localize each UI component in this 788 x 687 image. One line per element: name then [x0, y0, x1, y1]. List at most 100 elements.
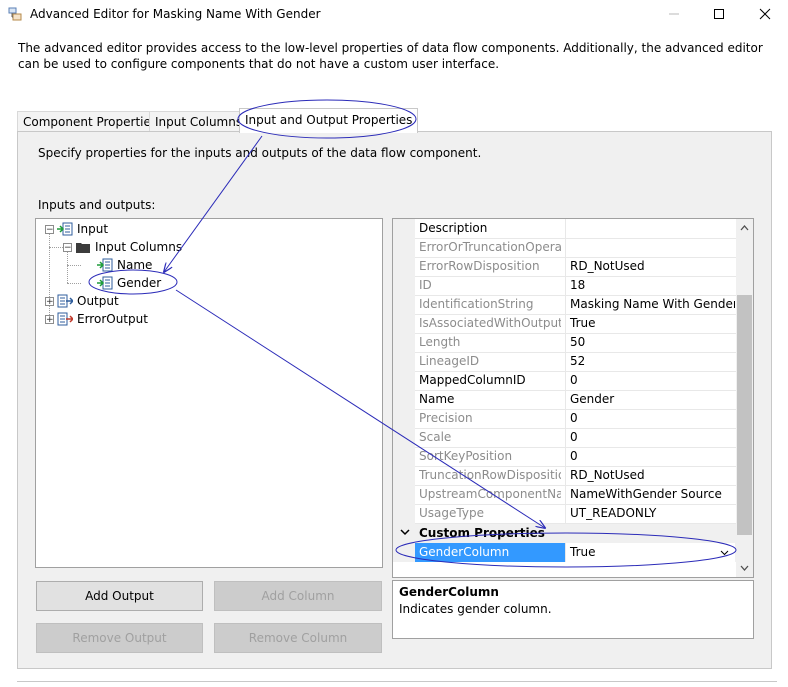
add-output-button[interactable]: Add Output — [36, 581, 203, 611]
property-value[interactable]: True — [565, 314, 735, 333]
dropdown-arrow-icon[interactable] — [720, 550, 729, 556]
remove-output-button[interactable]: Remove Output — [36, 623, 203, 653]
help-text: Indicates gender column. — [399, 602, 552, 616]
property-name: ErrorOrTruncationOperation — [419, 240, 561, 254]
tree-node-input-columns[interactable]: − Input Columns — [63, 238, 182, 256]
property-value[interactable]: 0 — [565, 409, 735, 428]
category-label: Custom Properties — [419, 526, 545, 540]
property-name: Length — [419, 335, 461, 349]
scrollbar-thumb[interactable] — [737, 295, 752, 535]
property-row[interactable]: TruncationRowDisposition RD_NotUsed — [415, 466, 736, 486]
property-name: UsageType — [419, 506, 484, 520]
tree-label-error-output: ErrorOutput — [77, 312, 148, 326]
property-row[interactable]: Scale 0 — [415, 428, 736, 448]
property-value[interactable]: Masking Name With Gender.Inp — [565, 295, 735, 314]
property-name: TruncationRowDisposition — [419, 468, 561, 482]
property-row[interactable]: IsAssociatedWithOutputColumn True — [415, 314, 736, 334]
tree-node-error-output[interactable]: + ErrorOutput — [45, 310, 148, 328]
tree-label-gender: Gender — [117, 276, 162, 290]
property-row[interactable]: ErrorOrTruncationOperation — [415, 238, 736, 258]
bottom-divider — [17, 681, 777, 682]
property-row[interactable]: ErrorRowDisposition RD_NotUsed — [415, 257, 736, 277]
property-row[interactable]: UsageType UT_READONLY — [415, 504, 736, 524]
property-row[interactable]: Name Gender — [415, 390, 736, 410]
property-name: MappedColumnID — [419, 373, 526, 387]
property-value-dropdown[interactable]: True — [565, 543, 735, 562]
tab-input-output-properties[interactable]: Input and Output Properties — [239, 108, 419, 133]
property-value[interactable]: 0 — [565, 447, 735, 466]
property-row[interactable]: UpstreamComponentName NameWithGender Sour… — [415, 485, 736, 505]
property-value[interactable]: 52 — [565, 352, 735, 371]
property-row-gendercolumn[interactable]: GenderColumn True — [415, 543, 736, 562]
tree-label: Inputs and outputs: — [38, 198, 156, 212]
tree-node-gender-column[interactable]: Gender — [94, 274, 161, 292]
property-name: Precision — [419, 411, 473, 425]
tab-component-properties[interactable]: Component Properties — [17, 111, 164, 132]
input-icon — [57, 222, 73, 236]
property-value[interactable]: RD_NotUsed — [565, 257, 735, 276]
remove-column-button[interactable]: Remove Column — [214, 623, 382, 653]
collapse-icon[interactable]: − — [63, 242, 72, 252]
property-row[interactable]: SortKeyPosition 0 — [415, 447, 736, 467]
property-row[interactable]: ID 18 — [415, 276, 736, 296]
window-title: Advanced Editor for Masking Name With Ge… — [30, 7, 321, 21]
scroll-down-icon[interactable] — [740, 565, 749, 571]
property-name: UpstreamComponentName — [419, 487, 561, 501]
property-grid-scrollbar[interactable] — [736, 219, 753, 577]
chevron-down-icon[interactable] — [400, 529, 410, 537]
property-value[interactable]: 0 — [565, 371, 735, 390]
property-value[interactable]: Gender — [565, 390, 735, 409]
property-value[interactable]: 50 — [565, 333, 735, 352]
tree-node-name-column[interactable]: Name — [94, 256, 152, 274]
tree-node-output[interactable]: + Output — [45, 292, 119, 310]
property-name: ErrorRowDisposition — [419, 259, 540, 273]
property-name: IsAssociatedWithOutputColumn — [419, 316, 561, 330]
property-value[interactable]: 0 — [565, 428, 735, 447]
property-row[interactable]: Precision 0 — [415, 409, 736, 429]
tab-input-columns[interactable]: Input Columns — [149, 111, 249, 132]
scroll-up-icon[interactable] — [740, 225, 749, 231]
property-value[interactable]: 18 — [565, 276, 735, 295]
property-value[interactable]: RD_NotUsed — [565, 466, 735, 485]
maximize-button[interactable] — [704, 4, 734, 24]
property-row[interactable]: LineageID 52 — [415, 352, 736, 372]
minimize-button[interactable] — [659, 4, 689, 24]
error-output-icon — [57, 312, 73, 326]
app-icon — [8, 7, 22, 21]
expand-icon[interactable]: + — [45, 296, 54, 306]
inputs-outputs-tree[interactable]: − Input − Input Columns Name Gender + Ou… — [35, 218, 383, 568]
grid-gutter — [393, 219, 415, 526]
tree-label-name: Name — [117, 258, 153, 272]
property-name: ID — [419, 278, 432, 292]
expand-icon[interactable]: + — [45, 314, 54, 324]
property-row[interactable]: Length 50 — [415, 333, 736, 353]
property-value[interactable]: NameWithGender Source — [565, 485, 735, 504]
property-name: GenderColumn — [419, 545, 510, 559]
column-icon — [97, 276, 113, 290]
property-row[interactable]: MappedColumnID 0 — [415, 371, 736, 391]
property-row[interactable]: IdentificationString Masking Name With Ge… — [415, 295, 736, 315]
property-name: Description — [419, 221, 488, 235]
close-icon — [759, 8, 771, 20]
add-column-button[interactable]: Add Column — [214, 581, 382, 611]
property-value[interactable]: UT_READONLY — [565, 504, 735, 523]
column-icon — [97, 258, 113, 272]
category-custom-properties[interactable]: Custom Properties — [393, 524, 736, 543]
output-icon — [57, 294, 73, 308]
tree-label-output: Output — [77, 294, 119, 308]
property-value[interactable] — [565, 219, 735, 238]
property-row[interactable]: Description — [415, 219, 736, 239]
close-button[interactable] — [750, 4, 780, 24]
property-help-box: GenderColumn Indicates gender column. — [392, 580, 754, 639]
tree-node-input[interactable]: − Input — [45, 220, 108, 238]
minimize-icon — [669, 13, 679, 15]
property-name: Name — [419, 392, 455, 406]
maximize-icon — [714, 9, 724, 19]
collapse-icon[interactable]: − — [45, 224, 54, 234]
property-value[interactable] — [565, 238, 735, 257]
property-name: SortKeyPosition — [419, 449, 513, 463]
property-grid[interactable]: Description ErrorOrTruncationOperation Err… — [392, 218, 754, 578]
tree-label-input-columns: Input Columns — [95, 240, 183, 254]
property-value: True — [570, 545, 596, 559]
editor-description: The advanced editor provides access to t… — [18, 41, 763, 71]
